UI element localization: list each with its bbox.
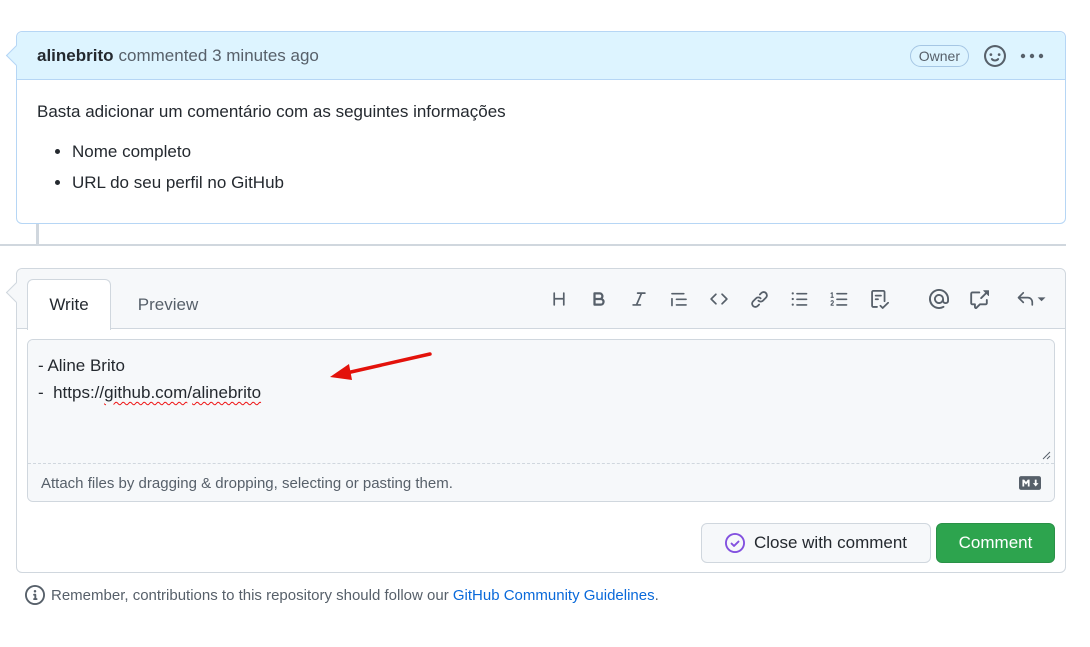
close-with-comment-label: Close with comment: [753, 533, 908, 552]
heading-icon[interactable]: [547, 287, 571, 311]
comment-body: Basta adicionar um comentário com as seg…: [17, 80, 1065, 198]
comment-author[interactable]: alinebrito: [37, 46, 114, 66]
editor-header: Write Preview: [17, 269, 1065, 330]
comment-action: commented 3 minutes ago: [118, 45, 319, 65]
comment-timestamp[interactable]: 3 minutes ago: [212, 46, 319, 65]
timeline-line: [36, 224, 39, 245]
list-item: URL do seu perfil no GitHub: [72, 167, 1045, 198]
italic-icon[interactable]: [627, 287, 651, 311]
comment-header: alinebrito commented 3 minutes ago Owner: [17, 32, 1065, 80]
markdown-toolbar: [17, 283, 1065, 315]
comment-intro: Basta adicionar um comentário com as seg…: [37, 102, 506, 121]
comment-header-actions: Owner: [909, 44, 1045, 68]
markdown-icon[interactable]: [1019, 476, 1041, 490]
issue-closed-icon: [724, 533, 745, 553]
comment-textarea[interactable]: - Aline Brito - https://github.com/aline…: [28, 340, 1054, 464]
smiley-icon[interactable]: [983, 44, 1007, 68]
saved-replies-icon[interactable]: [1013, 287, 1051, 311]
close-with-comment-button[interactable]: Close with comment: [701, 523, 931, 563]
comment-list: Nome completo URL do seu perfil no GitHu…: [37, 136, 1045, 198]
guidelines-note: Remember, contributions to this reposito…: [25, 584, 659, 606]
kebab-horizontal-icon[interactable]: [1019, 44, 1045, 68]
comment-button[interactable]: Comment: [936, 523, 1055, 563]
link-icon[interactable]: [747, 287, 771, 311]
info-icon: [25, 585, 45, 605]
code-icon[interactable]: [707, 287, 731, 311]
cross-reference-icon[interactable]: [967, 287, 991, 311]
owner-badge: Owner: [909, 44, 969, 67]
quote-icon[interactable]: [667, 287, 691, 311]
guidelines-text: Remember, contributions to this reposito…: [51, 586, 449, 604]
comment-textarea-container: - Aline Brito - https://github.com/aline…: [27, 339, 1055, 502]
textarea-line: - https://github.com/alinebrito: [38, 383, 262, 402]
textarea-line: - Aline Brito: [38, 356, 125, 375]
bold-icon[interactable]: [587, 287, 611, 311]
attach-files-text: Attach files by dragging & dropping, sel…: [41, 475, 453, 492]
comment-card: alinebrito commented 3 minutes ago Owner…: [16, 31, 1066, 224]
resize-grip-icon[interactable]: [1041, 450, 1051, 460]
attach-files-bar[interactable]: Attach files by dragging & dropping, sel…: [28, 464, 1054, 501]
ordered-list-icon[interactable]: [827, 287, 851, 311]
guidelines-suffix: .: [654, 586, 659, 604]
guidelines-link[interactable]: GitHub Community Guidelines: [453, 587, 655, 604]
task-list-icon[interactable]: [867, 287, 891, 311]
mention-icon[interactable]: [927, 287, 951, 311]
list-item: Nome completo: [72, 136, 1045, 167]
unordered-list-icon[interactable]: [787, 287, 811, 311]
timeline-divider: [0, 244, 1066, 246]
comment-editor: Write Preview - Aline Brito - https://gi…: [16, 268, 1066, 573]
